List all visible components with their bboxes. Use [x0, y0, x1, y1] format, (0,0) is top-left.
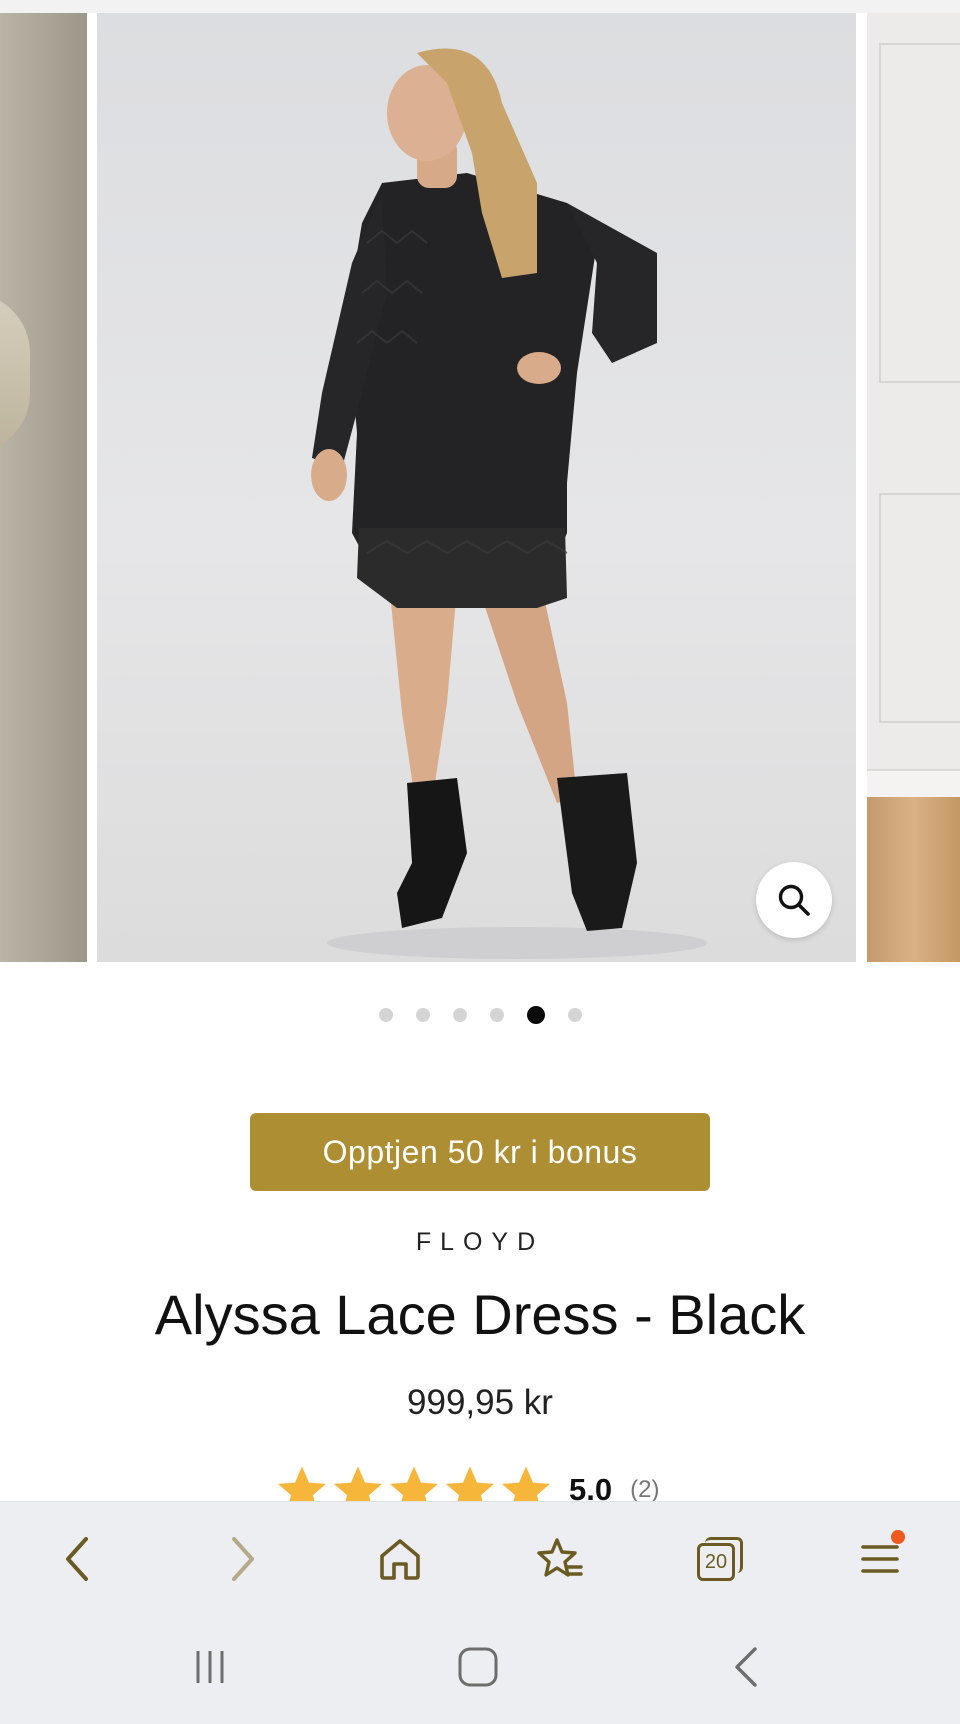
home-icon	[380, 1539, 420, 1580]
back-icon	[735, 1647, 757, 1687]
bookmarks-icon	[537, 1538, 583, 1577]
browser-bookmarks-button[interactable]	[525, 1524, 595, 1594]
browser-forward-button[interactable]	[207, 1524, 277, 1594]
pagination-dot[interactable]	[378, 1008, 393, 1022]
wall-panel	[879, 43, 960, 383]
product-title: Alyssa Lace Dress - Black	[154, 1283, 806, 1346]
pagination-dot-active[interactable]	[526, 1006, 545, 1024]
next-product-image[interactable]	[867, 13, 960, 962]
recent-apps-icon	[196, 1651, 224, 1683]
product-page: Opptjen 50 kr i bonus FLOYD Alyssa Lace …	[0, 0, 960, 1724]
pagination-dot[interactable]	[567, 1008, 582, 1022]
fabric-detail	[0, 293, 30, 453]
system-home-button[interactable]	[438, 1632, 518, 1702]
product-price: 999,95 kr	[407, 1383, 553, 1422]
back-icon	[66, 1537, 88, 1581]
browser-toolbar: 20	[0, 1501, 960, 1612]
browser-home-button[interactable]	[365, 1524, 435, 1594]
wall-panel	[879, 493, 960, 723]
wood-floor	[867, 797, 960, 962]
recent-apps-button[interactable]	[170, 1632, 250, 1702]
carousel-top-strip	[0, 0, 960, 13]
tab-count: 20	[704, 1550, 728, 1573]
notification-badge	[891, 1530, 905, 1544]
previous-product-image[interactable]	[0, 13, 87, 962]
forward-icon	[232, 1537, 254, 1581]
pagination-dot[interactable]	[415, 1008, 430, 1022]
product-image-carousel[interactable]	[0, 0, 960, 962]
browser-menu-button[interactable]	[845, 1524, 915, 1594]
menu-icon	[861, 1545, 899, 1573]
home-icon	[458, 1647, 498, 1687]
pagination-dot[interactable]	[452, 1008, 467, 1022]
pagination-dot[interactable]	[489, 1008, 504, 1022]
rating-count[interactable]: (2)	[630, 1476, 659, 1504]
skirting-board	[867, 769, 960, 797]
browser-back-button[interactable]	[43, 1524, 113, 1594]
product-brand[interactable]: FLOYD	[0, 1228, 960, 1257]
bonus-button-label: Opptjen 50 kr i bonus	[322, 1133, 638, 1170]
system-navigation-bar	[0, 1612, 960, 1724]
current-product-image[interactable]	[97, 13, 856, 962]
model-photo	[311, 48, 707, 959]
browser-tabs-button[interactable]: 20	[685, 1524, 755, 1594]
bonus-button[interactable]: Opptjen 50 kr i bonus	[250, 1113, 710, 1191]
system-back-button[interactable]	[707, 1632, 787, 1702]
zoom-button[interactable]	[756, 862, 832, 938]
tabs-icon: 20	[697, 1537, 743, 1581]
search-icon	[778, 884, 810, 916]
carousel-pagination	[0, 1006, 960, 1024]
